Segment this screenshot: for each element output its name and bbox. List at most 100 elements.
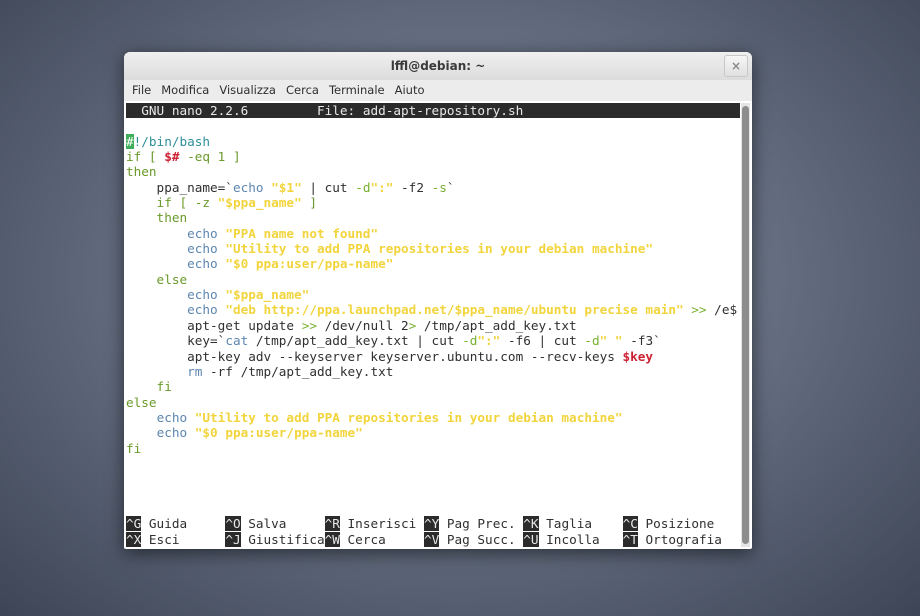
terminal-area[interactable]: GNU nano 2.2.6 File: add-apt-repository.… [126, 103, 740, 547]
code-token: $key [622, 348, 654, 364]
code-token: -eq 1 ] [179, 149, 241, 165]
shortcut-key[interactable]: ^W [324, 531, 340, 547]
code-token: echo [156, 409, 188, 425]
code-line: echo "Utility to add PPA repositories in… [126, 410, 740, 425]
menu-bar: File Modifica Visualizza Cerca Terminale… [124, 80, 752, 101]
shortcut-key[interactable]: ^U [523, 531, 539, 547]
nano-filename: File: add-apt-repository.sh [316, 103, 524, 118]
menu-visualizza[interactable]: Visualizza [215, 80, 282, 101]
code-line: echo "deb http://ppa.launchpad.net/$ppa_… [126, 302, 740, 317]
code-line: fi [126, 379, 740, 394]
shortcut-bar: ^G Guida ^O Salva ^R Inserisci ^Y Pag Pr… [126, 516, 740, 547]
code-token: -rf /tmp/apt_add_key.txt [202, 363, 394, 379]
scrollbar[interactable] [741, 103, 750, 547]
shortcut-key[interactable]: ^G [126, 516, 142, 532]
code-token: apt-get update [126, 317, 302, 333]
code-token: "$0 ppa:user/ppa-name" [194, 425, 363, 441]
code-token: fi [126, 379, 172, 395]
code-line: ppa_name=`echo "$1" | cut -d":" -f2 -s` [126, 180, 740, 195]
code-line: else [126, 272, 740, 287]
code-token: if [ -z [126, 195, 218, 211]
nano-version: GNU nano 2.2.6 [141, 103, 249, 118]
code-token: echo [232, 179, 264, 195]
code-line: then [126, 164, 740, 179]
menu-aiuto[interactable]: Aiuto [391, 80, 431, 101]
close-icon[interactable]: × [724, 55, 748, 77]
menu-modifica[interactable]: Modifica [157, 80, 215, 101]
code-line: echo "$0 ppa:user/ppa-name" [126, 256, 740, 271]
shortcut-label: Giustifica [240, 531, 325, 547]
shortcut-key[interactable]: ^Y [423, 516, 440, 532]
code-token: echo [187, 302, 218, 318]
shortcut-label: Pag Prec. [439, 516, 524, 532]
code-token: /tmp/apt_add_key.txt | cut [248, 333, 463, 349]
code-token: fi [126, 440, 142, 456]
code-token: ] [301, 195, 317, 211]
code-token: ":" [477, 333, 501, 349]
code-line: echo "PPA name not found" [126, 226, 740, 241]
shortcut-label: Posizione [637, 516, 715, 532]
editor-buffer[interactable]: #!/bin/bash if [ $# -eq 1 ] then ppa_name=… [126, 133, 740, 456]
code-line: else [126, 395, 740, 410]
code-token: echo [187, 256, 218, 272]
code-token: "$ppa_name" [225, 287, 310, 303]
title-bar[interactable]: lffl@debian: ~ × [124, 52, 752, 80]
shortcut-key[interactable]: ^R [324, 516, 340, 532]
code-token: echo [187, 241, 218, 257]
code-token: !/bin/bash [133, 133, 211, 149]
shortcut-key[interactable]: ^V [423, 531, 440, 547]
shortcut-label: Guida [141, 516, 226, 532]
code-token: "$1" [271, 179, 302, 195]
shortcut-key[interactable]: ^J [225, 531, 241, 547]
shortcut-label: Inserisci [339, 516, 424, 532]
code-line: echo "$0 ppa:user/ppa-name" [126, 425, 740, 440]
code-token: ":" [370, 179, 394, 195]
code-token: -s [431, 179, 447, 195]
code-token: " " [599, 333, 623, 349]
code-token: echo [187, 225, 218, 241]
code-token: "Utility to add PPA repositories in your… [225, 241, 654, 257]
code-token: -d [584, 333, 600, 349]
code-token: rm [187, 363, 203, 379]
code-line: #!/bin/bash [126, 133, 740, 149]
code-token: echo [156, 425, 188, 441]
shortcut-key[interactable]: ^C [622, 516, 638, 532]
shortcut-key[interactable]: ^X [126, 531, 142, 547]
code-token: else [126, 271, 188, 287]
shortcut-label: Salva [240, 516, 325, 532]
shortcut-key[interactable]: ^T [622, 531, 638, 547]
code-token: | cut [301, 179, 356, 195]
shortcut-label: Incolla [538, 531, 623, 547]
window-title: lffl@debian: ~ [390, 59, 486, 73]
shortcut-label: Esci [141, 531, 226, 547]
code-line: echo "Utility to add PPA repositories in… [126, 241, 740, 256]
shortcut-key[interactable]: ^K [523, 516, 539, 532]
code-token: apt-key adv --keyserver keyserver.ubuntu… [126, 348, 623, 364]
code-token: if [ [126, 149, 165, 165]
code-token: >> [691, 302, 707, 318]
menu-terminale[interactable]: Terminale [325, 80, 391, 101]
scrollbar-thumb[interactable] [742, 106, 749, 544]
code-token: key=` [126, 333, 226, 349]
menu-cerca[interactable]: Cerca [282, 80, 325, 101]
code-token: -d [355, 179, 371, 195]
text-cursor: # [126, 133, 134, 149]
menu-file[interactable]: File [128, 80, 157, 101]
shortcut-key[interactable]: ^O [225, 516, 241, 532]
terminal-window: lffl@debian: ~ × File Modifica Visualizz… [124, 52, 752, 549]
code-token: "Utility to add PPA repositories in your… [194, 409, 623, 425]
code-line: apt-get update >> /dev/null 2> /tmp/apt_… [126, 318, 740, 333]
code-token: /dev/null 2 [316, 317, 409, 333]
shortcut-label: Pag Succ. [439, 531, 524, 547]
code-token: /e$ [706, 302, 738, 318]
